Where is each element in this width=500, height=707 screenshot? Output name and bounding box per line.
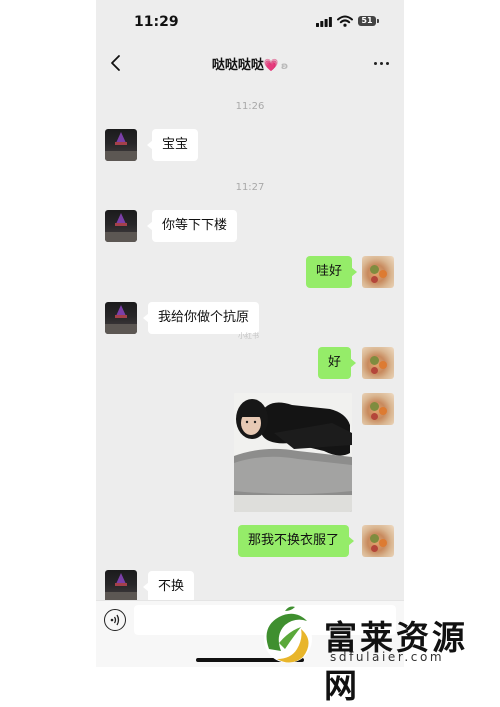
my-avatar[interactable] bbox=[362, 525, 394, 557]
brand-logo-icon bbox=[264, 606, 312, 663]
message-received[interactable]: 宝宝 bbox=[146, 129, 199, 161]
my-avatar[interactable] bbox=[362, 347, 394, 379]
chat-header: 哒哒哒哒💗 ʚ bbox=[96, 44, 404, 82]
more-dots-icon[interactable] bbox=[374, 62, 390, 66]
chat-title-text: 哒哒哒哒 bbox=[211, 58, 264, 73]
message-sent[interactable]: 哇好 bbox=[306, 256, 358, 288]
my-avatar[interactable] bbox=[362, 256, 394, 288]
signal-icon bbox=[316, 17, 332, 27]
dot bbox=[386, 62, 389, 65]
battery-tip bbox=[377, 19, 379, 23]
voice-waves-icon bbox=[110, 614, 120, 626]
brand-url: sdfulaier.com bbox=[330, 650, 445, 664]
ear-mode-icon: ʚ bbox=[280, 61, 289, 72]
watermark: 小红书 bbox=[238, 332, 259, 340]
image-message[interactable] bbox=[234, 393, 352, 512]
heart-icon: 💗 bbox=[263, 58, 279, 72]
dot bbox=[374, 62, 377, 65]
voice-icon[interactable] bbox=[104, 609, 126, 631]
dot bbox=[380, 62, 383, 65]
contact-avatar[interactable] bbox=[105, 129, 137, 161]
contact-avatar[interactable] bbox=[105, 570, 137, 602]
wifi-icon bbox=[337, 15, 353, 27]
chat-title: 哒哒哒哒💗 ʚ bbox=[96, 54, 404, 73]
contact-avatar[interactable] bbox=[105, 302, 137, 334]
message-received[interactable]: 我给你做个抗原 bbox=[142, 302, 260, 334]
timestamp: 11:26 bbox=[235, 101, 265, 112]
photo-image bbox=[234, 393, 352, 512]
contact-avatar[interactable] bbox=[105, 210, 137, 242]
message-sent[interactable]: 好 bbox=[318, 347, 357, 379]
message-received[interactable]: 你等下下楼 bbox=[146, 210, 238, 242]
my-avatar[interactable] bbox=[362, 393, 394, 425]
timestamp: 11:27 bbox=[235, 182, 265, 193]
status-time: 11:29 bbox=[134, 14, 179, 30]
message-received[interactable]: 不换 bbox=[142, 571, 195, 603]
battery-icon: 51 bbox=[358, 16, 376, 26]
status-bar: 11:29 51 bbox=[96, 0, 404, 44]
chat-screen: 11:29 51 哒哒哒哒💗 ʚ 11:26 宝宝 11:27 你等下下楼 哇好… bbox=[96, 0, 404, 667]
message-sent[interactable]: 那我不换衣服了 bbox=[238, 525, 355, 557]
